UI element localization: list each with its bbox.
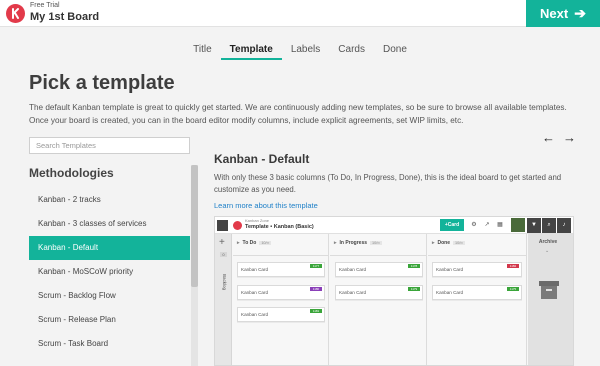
step-done[interactable]: Done	[374, 44, 416, 60]
preview-toolbar: Kanban Zone Template • Kanban (Basic) +C…	[215, 217, 573, 234]
group-icon: ⚙	[471, 222, 477, 228]
grid-icon	[217, 220, 228, 231]
template-item-scrum-release-plan[interactable]: Scrum - Release Plan	[29, 308, 190, 332]
template-title: Kanban - Default	[214, 152, 310, 166]
divider	[233, 255, 328, 256]
preview-card-label: Kanban Card	[339, 267, 367, 272]
preview-column-name: To Do	[242, 240, 257, 246]
preview-column-done: ▸ Done 10/∞	[428, 234, 527, 365]
template-item-kanban-default[interactable]: Kanban - Default	[29, 236, 190, 260]
preview-backlog-label: Backlog	[222, 274, 227, 291]
preview-backlog-lane: + 0 Backlog	[215, 234, 232, 365]
preview-card: Kanban Card 1178	[335, 262, 423, 277]
preview-column-header: ▸ To Do 10/∞	[233, 237, 272, 249]
template-preview: Kanban Zone Template • Kanban (Basic) +C…	[214, 216, 574, 366]
divider	[428, 255, 526, 256]
preview-card: Kanban Card 1177	[237, 262, 325, 277]
arrow-right-icon[interactable]: →	[563, 130, 576, 145]
preview-card: Kanban Card 1181	[237, 307, 325, 322]
methodologies-heading: Methodologies	[29, 166, 114, 180]
template-nav: ← →	[542, 130, 576, 145]
preview-column-in-progress: ▸ In Progress 10/∞	[330, 234, 427, 365]
step-labels[interactable]: Labels	[282, 44, 329, 60]
preview-add-card-button: +Card	[440, 219, 464, 231]
arrow-left-icon[interactable]: ←	[542, 130, 555, 145]
template-item-kanban-3-classes[interactable]: Kanban - 3 classes of services	[29, 212, 190, 236]
intro-text: The default Kanban template is great to …	[29, 103, 567, 125]
preview-archive-label: Archive	[538, 239, 558, 245]
preview-card-tag: 1177	[310, 264, 322, 268]
page-title: Pick a template	[29, 72, 175, 94]
preview-card: Kanban Card 1175	[432, 285, 522, 300]
preview-column-todo: ▸ To Do 10/∞	[233, 234, 329, 365]
chevron-down-icon: ▸	[432, 240, 435, 246]
search-templates-input[interactable]	[29, 137, 190, 154]
preview-card-tag: 1182	[507, 264, 519, 268]
kanbanize-logo-icon	[233, 221, 242, 230]
chart-icon: ↗	[484, 222, 490, 228]
template-description: With only these 3 basic columns (To Do, …	[214, 173, 562, 194]
plus-icon: +	[219, 237, 225, 248]
template-item-kanban-moscow[interactable]: Kanban - MoSCoW priority	[29, 260, 190, 284]
preview-card-label: Kanban Card	[339, 290, 367, 295]
preview-column-header: ▸ In Progress 10/∞	[330, 237, 383, 249]
preview-card-label: Kanban Card	[436, 267, 464, 272]
preview-wip-limit: 10/∞	[259, 241, 272, 245]
preview-zone-name: Kanban Zone	[245, 218, 270, 223]
preview-column-name: Done	[437, 240, 451, 246]
next-button[interactable]: Next ➔	[526, 0, 600, 27]
preview-card-label: Kanban Card	[241, 267, 269, 272]
preview-archive-column: Archive ⌄	[528, 234, 573, 365]
preview-wip-limit: 10/∞	[453, 241, 466, 245]
divider	[330, 255, 426, 256]
sidebar-scrollbar[interactable]	[191, 165, 198, 366]
preview-board-name: Template • Kanban (Basic)	[245, 224, 314, 230]
preview-card-label: Kanban Card	[241, 290, 269, 295]
step-title[interactable]: Title	[184, 44, 221, 60]
archive-box-icon	[539, 281, 559, 299]
learn-more-link[interactable]: Learn more about this template	[214, 201, 318, 210]
board-name: My 1st Board	[30, 11, 100, 23]
preview-card-label: Kanban Card	[241, 312, 269, 317]
bell-icon: ♪	[557, 218, 571, 233]
scrollbar-thumb[interactable]	[191, 165, 198, 287]
step-template[interactable]: Template	[220, 44, 282, 60]
preview-card: Kanban Card 1179	[335, 285, 423, 300]
preview-card-tag: 1181	[310, 309, 322, 313]
preview-card-tag: 1179	[408, 287, 420, 291]
chevron-down-icon: ▸	[237, 240, 240, 246]
next-button-label: Next	[540, 6, 569, 21]
preview-card: Kanban Card 1182	[432, 262, 522, 277]
preview-card-label: Kanban Card	[436, 290, 464, 295]
template-list: Kanban - 2 tracks Kanban - 3 classes of …	[29, 188, 190, 356]
preview-column-name: In Progress	[339, 240, 368, 246]
preview-column-header: ▸ Done 10/∞	[428, 237, 466, 249]
preview-card: Kanban Card 1180	[237, 285, 325, 300]
template-item-kanban-2-tracks[interactable]: Kanban - 2 tracks	[29, 188, 190, 212]
chevron-down-icon: ▸	[334, 240, 337, 246]
avatar	[511, 218, 525, 232]
search-icon: ⌕	[542, 218, 556, 233]
step-cards[interactable]: Cards	[329, 44, 374, 60]
arrow-right-icon: ➔	[574, 5, 586, 21]
grid-view-icon: ▦	[497, 222, 503, 228]
chevron-down-icon: ⌄	[545, 248, 550, 254]
wizard-steps: Title Template Labels Cards Done	[0, 44, 600, 60]
top-bar: Free Trial My 1st Board Next ➔	[0, 0, 600, 27]
preview-card-tag: 1180	[310, 287, 322, 291]
filter-icon: ▼	[527, 218, 541, 233]
preview-card-tag: 1178	[408, 264, 420, 268]
template-item-scrum-backlog-flow[interactable]: Scrum - Backlog Flow	[29, 284, 190, 308]
preview-wip-limit: 10/∞	[370, 241, 383, 245]
trial-label: Free Trial	[30, 2, 60, 9]
kanbanize-logo-icon[interactable]	[6, 4, 25, 23]
preview-backlog-count: 0	[220, 252, 227, 257]
preview-card-tag: 1175	[507, 287, 519, 291]
template-item-scrum-task-board[interactable]: Scrum - Task Board	[29, 332, 190, 356]
